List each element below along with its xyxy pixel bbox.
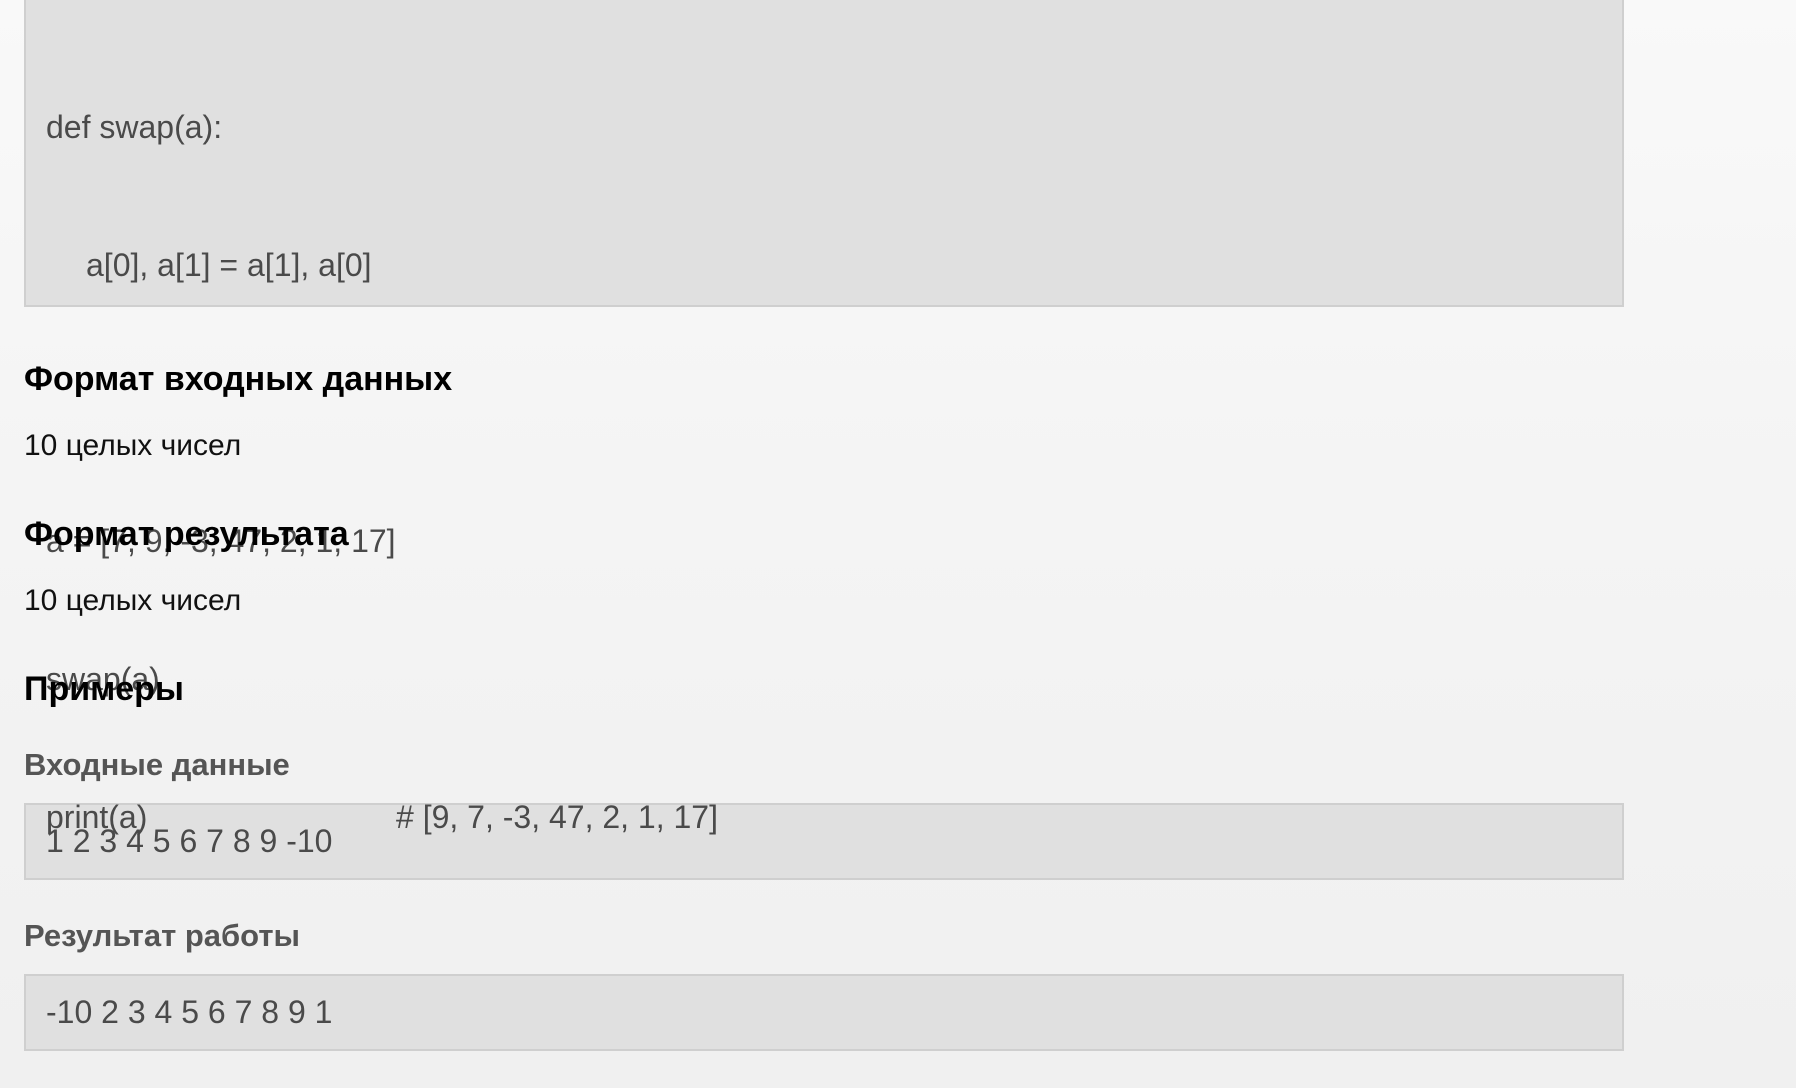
- code-line-print: print(a) # [9, 7, -3, 47, 2, 1, 17]: [46, 794, 1602, 840]
- output-format-title: Формат результата: [24, 515, 349, 553]
- input-format-title: Формат входных данных: [24, 360, 453, 398]
- examples-title: Примеры: [24, 670, 184, 708]
- code-line: a[0], a[1] = a[1], a[0]: [86, 247, 372, 283]
- code-line: def swap(a):: [46, 109, 223, 145]
- example-output-block: -10 2 3 4 5 6 7 8 9 1: [24, 974, 1624, 1051]
- problem-content: def swap(a): a[0], a[1] = a[1], a[0] a =…: [24, 0, 1624, 1051]
- output-format-text: 10 целых чисел: [24, 584, 242, 617]
- code-comment: # [9, 7, -3, 47, 2, 1, 17]: [396, 799, 718, 835]
- input-format-text: 10 целых чисел: [24, 429, 242, 462]
- code-example-block: def swap(a): a[0], a[1] = a[1], a[0] a =…: [24, 0, 1624, 835]
- example-output-value: -10 2 3 4 5 6 7 8 9 1: [46, 993, 333, 1030]
- code-text: print(a): [46, 799, 148, 835]
- example-output-label: Результат работы: [24, 918, 301, 953]
- example-input-label: Входные данные: [24, 747, 290, 782]
